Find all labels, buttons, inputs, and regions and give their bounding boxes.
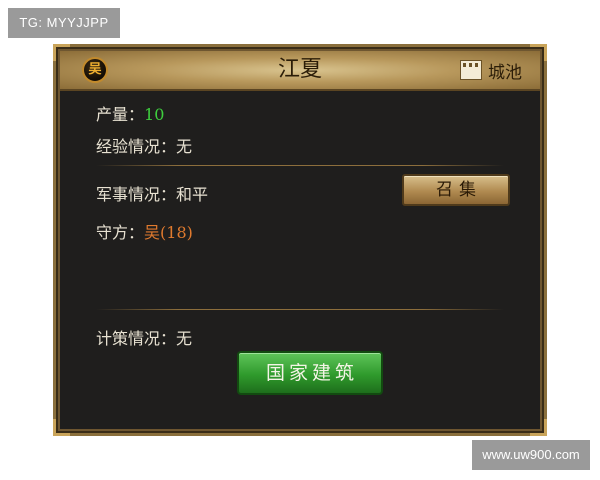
panel-titlebar: 吴 江夏 城池 — [60, 51, 540, 91]
experience-row: 经验情况：无 — [96, 133, 192, 157]
output-label: 产量： — [96, 105, 145, 124]
section-divider — [96, 309, 504, 310]
national-building-button[interactable]: 国家建筑 — [237, 351, 383, 395]
castle-icon — [460, 60, 482, 80]
frame-corner — [53, 419, 70, 436]
experience-label: 经验情况： — [96, 137, 177, 156]
defender-label: 守方： — [96, 223, 145, 242]
experience-value: 无 — [176, 137, 193, 156]
military-row: 军事情况：和平 — [96, 181, 208, 205]
output-row: 产量：10 — [96, 101, 164, 125]
defender-row: 守方：吴(18) — [96, 219, 193, 243]
section-divider — [96, 165, 504, 166]
city-type-label: 城池 — [488, 62, 522, 83]
defender-value: 吴(18) — [144, 223, 193, 242]
watermark-top-left: TG: MYYJJPP — [8, 8, 120, 38]
military-value: 和平 — [176, 185, 209, 204]
strategy-label: 计策情况： — [96, 329, 177, 348]
output-value: 10 — [144, 105, 165, 124]
summon-button[interactable]: 召集 — [402, 174, 510, 206]
frame-corner — [530, 419, 547, 436]
city-type-tag: 城池 — [460, 51, 522, 89]
strategy-row: 计策情况：无 — [96, 325, 192, 349]
city-info-panel: 吴 江夏 城池 产量：10 经验情况：无 军事情况：和平 召集 守方：吴(18)… — [53, 44, 547, 436]
military-label: 军事情况： — [96, 185, 177, 204]
strategy-value: 无 — [176, 329, 193, 348]
watermark-bottom-right: www.uw900.com — [472, 440, 590, 470]
